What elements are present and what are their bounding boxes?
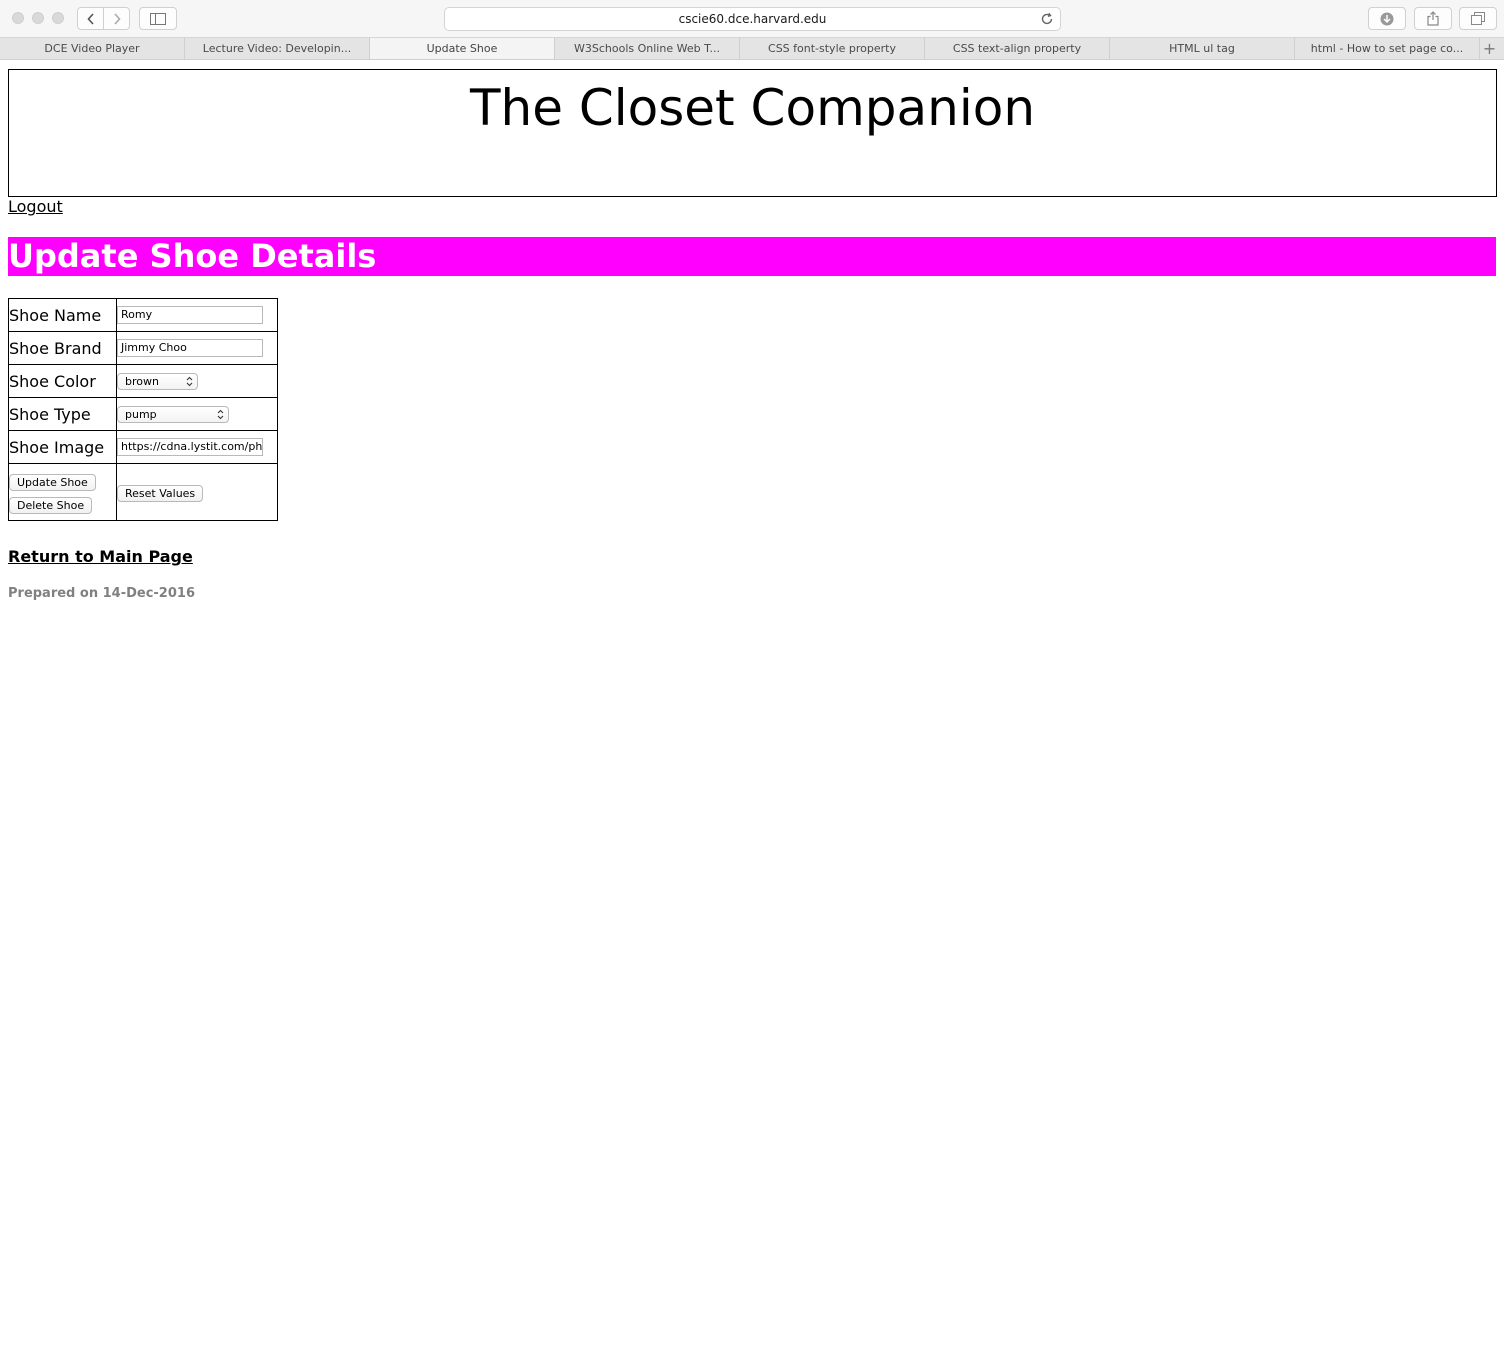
tab-overview-button[interactable] [1459, 7, 1497, 30]
tab-html-ul-tag[interactable]: HTML ul tag [1110, 38, 1295, 59]
tab-css-font-style[interactable]: CSS font-style property [740, 38, 925, 59]
minimize-window-button[interactable] [32, 12, 44, 24]
address-bar[interactable]: cscie60.dce.harvard.edu [444, 7, 1061, 31]
shoe-type-select[interactable]: pump [117, 405, 229, 423]
shoe-color-select[interactable]: brown [117, 372, 198, 390]
shoe-color-label: Shoe Color [8, 364, 117, 398]
form-row-actions: Update Shoe Delete Shoe Reset Values [8, 463, 278, 521]
forward-button[interactable] [103, 8, 129, 29]
delete-shoe-button[interactable]: Delete Shoe [9, 496, 93, 514]
share-button[interactable] [1414, 7, 1452, 30]
chevron-right-icon [113, 12, 121, 25]
sidebar-toggle-button[interactable] [139, 7, 177, 30]
form-row-brand: Shoe Brand Jimmy Choo [8, 331, 278, 365]
downloads-button[interactable] [1368, 7, 1406, 30]
update-shoe-form: Shoe Name Romy Shoe Brand Jimmy Choo Sho… [8, 298, 278, 521]
sidebar-icon [150, 12, 166, 25]
tab-css-text-align[interactable]: CSS text-align property [925, 38, 1110, 59]
tab-lecture-video[interactable]: Lecture Video: Developin... [185, 38, 370, 59]
tabs-overview-icon [1471, 12, 1485, 25]
site-banner: The Closet Companion [8, 69, 1497, 197]
shoe-name-input[interactable]: Romy [117, 306, 263, 324]
history-nav [77, 7, 130, 30]
shoe-image-input[interactable]: https://cdna.lystit.com/phc [117, 438, 263, 456]
form-row-name: Shoe Name Romy [8, 298, 278, 332]
share-icon [1427, 11, 1439, 26]
tab-w3schools[interactable]: W3Schools Online Web T... [555, 38, 740, 59]
close-window-button[interactable] [12, 12, 24, 24]
page-heading: Update Shoe Details [8, 237, 1496, 276]
url-text: cscie60.dce.harvard.edu [678, 12, 827, 26]
form-row-type: Shoe Type pump [8, 397, 278, 431]
back-button[interactable] [78, 8, 103, 29]
logout-link[interactable]: Logout [8, 197, 63, 217]
shoe-name-label: Shoe Name [8, 298, 117, 332]
shoe-type-label: Shoe Type [8, 397, 117, 431]
chevron-left-icon [86, 12, 94, 25]
select-arrows-icon [217, 409, 224, 419]
tab-dce-video-player[interactable]: DCE Video Player [0, 38, 185, 59]
reset-values-button[interactable]: Reset Values [117, 485, 204, 502]
shoe-brand-label: Shoe Brand [8, 331, 117, 365]
primary-actions-cell: Update Shoe Delete Shoe [8, 463, 117, 521]
download-icon [1380, 12, 1394, 25]
tab-update-shoe[interactable]: Update Shoe [370, 38, 555, 59]
reset-actions-cell: Reset Values [116, 463, 278, 521]
shoe-brand-input[interactable]: Jimmy Choo [117, 339, 263, 357]
shoe-color-value: brown [125, 374, 159, 388]
tab-html-page-color[interactable]: html - How to set page co... [1295, 38, 1480, 59]
prepared-date: Prepared on 14-Dec-2016 [8, 586, 195, 601]
shoe-type-value: pump [125, 407, 157, 421]
tab-bar: DCE Video Player Lecture Video: Developi… [0, 38, 1504, 60]
new-tab-button[interactable]: + [1480, 38, 1499, 59]
shoe-image-label: Shoe Image [8, 430, 117, 464]
update-shoe-button[interactable]: Update Shoe [9, 473, 96, 491]
return-main-link[interactable]: Return to Main Page [8, 547, 193, 567]
site-title: The Closet Companion [469, 79, 1036, 137]
zoom-window-button[interactable] [52, 12, 64, 24]
form-row-color: Shoe Color brown [8, 364, 278, 398]
reload-icon[interactable] [1040, 12, 1054, 26]
form-row-image: Shoe Image https://cdna.lystit.com/phc [8, 430, 278, 464]
select-arrows-icon [186, 376, 193, 386]
browser-toolbar: cscie60.dce.harvard.edu [0, 0, 1504, 38]
